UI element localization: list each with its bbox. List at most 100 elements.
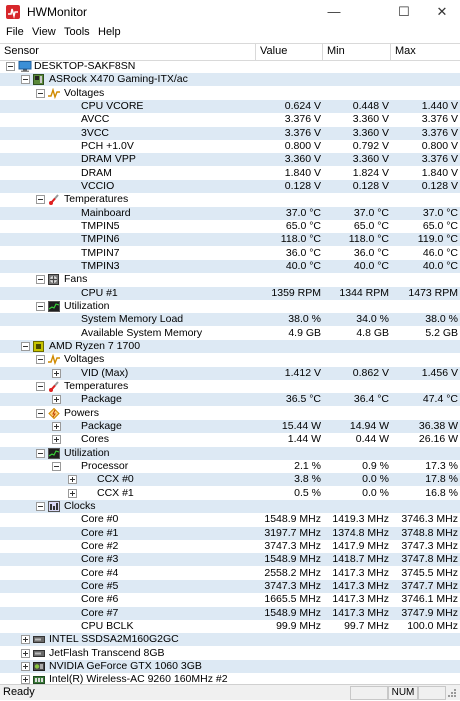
- column-value[interactable]: Value: [256, 44, 323, 60]
- group-row-utilization[interactable]: Utilization: [0, 300, 460, 313]
- sensor-row[interactable]: DRAM VPP 3.360 V 3.360 V 3.376 V: [0, 153, 460, 167]
- expand-icon[interactable]: [21, 675, 30, 684]
- collapse-icon[interactable]: [21, 341, 30, 351]
- sensor-row[interactable]: Package 36.5 °C 36.4 °C 47.4 °C: [0, 393, 460, 407]
- minimize-button[interactable]: —: [316, 0, 352, 24]
- expand-icon[interactable]: [52, 421, 61, 431]
- expand-icon[interactable]: [21, 648, 30, 658]
- sensor-row[interactable]: CCX #0 3.8 % 0.0 % 17.8 %: [0, 473, 460, 487]
- sensor-value: 1548.9 MHz: [264, 553, 321, 566]
- menu-file[interactable]: File: [6, 26, 24, 38]
- collapse-icon[interactable]: [36, 88, 45, 98]
- sensor-label: CCX #1: [97, 486, 134, 499]
- sensor-row[interactable]: DRAM 1.840 V 1.824 V 1.840 V: [0, 167, 460, 180]
- collapse-icon[interactable]: [36, 381, 45, 391]
- group-row-temperatures[interactable]: Temperatures: [0, 380, 460, 393]
- sensor-row[interactable]: CPU VCORE 0.624 V 0.448 V 1.440 V: [0, 99, 460, 113]
- menu-help[interactable]: Help: [98, 26, 121, 38]
- sensor-row[interactable]: Core #3 1548.9 MHz 1418.7 MHz 3747.8 MHz: [0, 553, 460, 567]
- sensor-row[interactable]: System Memory Load 38.0 % 34.0 % 38.0 %: [0, 313, 460, 327]
- sensor-row[interactable]: PCH +1.0V 0.800 V 0.792 V 0.800 V: [0, 140, 460, 153]
- sensor-row[interactable]: AVCC 3.376 V 3.360 V 3.376 V: [0, 113, 460, 126]
- device-row-jetflash-transcend-8gb[interactable]: JetFlash Transcend 8GB: [0, 647, 460, 660]
- sensor-tree[interactable]: DESKTOP-SAKF8SN ASRock X470 Gaming-ITX/ac…: [0, 60, 460, 684]
- sensor-row[interactable]: TMPIN6 118.0 °C 118.0 °C 119.0 °C: [0, 233, 460, 247]
- gpu-icon: [33, 661, 45, 672]
- collapse-icon[interactable]: [52, 461, 61, 471]
- sensor-row[interactable]: CPU BCLK 99.9 MHz 99.7 MHz 100.0 MHz: [0, 620, 460, 633]
- maximize-button[interactable]: ☐: [386, 0, 422, 24]
- column-min[interactable]: Min: [323, 44, 391, 60]
- collapse-icon[interactable]: [21, 75, 30, 85]
- sensor-min: 0.792 V: [352, 139, 389, 152]
- sensor-value: 2.1 %: [294, 459, 321, 472]
- collapse-icon[interactable]: [36, 408, 45, 418]
- group-row-temperatures[interactable]: Temperatures: [0, 193, 460, 206]
- device-row-asrock-x470-gaming-itx-ac[interactable]: ASRock X470 Gaming-ITX/ac: [0, 73, 460, 87]
- sensor-row[interactable]: TMPIN5 65.0 °C 65.0 °C 65.0 °C: [0, 220, 460, 233]
- sensor-row[interactable]: VID (Max) 1.412 V 0.862 V 1.456 V: [0, 366, 460, 380]
- root-row-desktop-sakf8sn[interactable]: DESKTOP-SAKF8SN: [0, 60, 460, 73]
- sensor-value: 3747.3 MHz: [264, 539, 321, 552]
- collapse-icon[interactable]: [36, 195, 45, 205]
- column-sensor[interactable]: Sensor: [0, 44, 256, 60]
- sensor-label: System Memory Load: [81, 313, 184, 326]
- sensor-row[interactable]: Core #2 3747.3 MHz 1417.9 MHz 3747.3 MHz: [0, 540, 460, 553]
- expand-icon[interactable]: [68, 475, 77, 485]
- sensor-row[interactable]: Processor 2.1 % 0.9 % 17.3 %: [0, 460, 460, 473]
- sensor-min: 99.7 MHz: [344, 619, 389, 632]
- sensor-value: 3747.3 MHz: [264, 579, 321, 592]
- sensor-row[interactable]: Core #4 2558.2 MHz 1417.3 MHz 3745.5 MHz: [0, 567, 460, 580]
- sensor-row[interactable]: Core #0 1548.9 MHz 1419.3 MHz 3746.3 MHz: [0, 513, 460, 526]
- column-max[interactable]: Max: [391, 44, 460, 60]
- expand-icon[interactable]: [21, 661, 30, 671]
- collapse-icon[interactable]: [36, 448, 45, 458]
- sensor-row[interactable]: Cores 1.44 W 0.44 W 26.16 W: [0, 433, 460, 446]
- expand-icon[interactable]: [21, 635, 30, 645]
- device-row-intel-ssdsa2m160g2gc[interactable]: INTEL SSDSA2M160G2GC: [0, 633, 460, 647]
- group-row-clocks[interactable]: Clocks: [0, 499, 460, 513]
- sensor-max: 5.2 GB: [425, 326, 458, 339]
- group-row-voltages[interactable]: Voltages: [0, 87, 460, 100]
- expand-icon[interactable]: [52, 435, 61, 445]
- sensor-row[interactable]: Mainboard 37.0 °C 37.0 °C 37.0 °C: [0, 206, 460, 220]
- group-row-fans[interactable]: Fans: [0, 273, 460, 286]
- sensor-row[interactable]: TMPIN7 36.0 °C 36.0 °C 46.0 °C: [0, 247, 460, 260]
- device-row-nvidia-geforce-gtx-1060-3gb[interactable]: NVIDIA GeForce GTX 1060 3GB: [0, 659, 460, 673]
- expand-icon[interactable]: [52, 368, 61, 378]
- sensor-row[interactable]: CCX #1 0.5 % 0.0 % 16.8 %: [0, 487, 460, 500]
- sensor-row[interactable]: TMPIN3 40.0 °C 40.0 °C 40.0 °C: [0, 259, 460, 273]
- sensor-row[interactable]: Available System Memory 4.9 GB 4.8 GB 5.2 G…: [0, 327, 460, 340]
- sensor-row[interactable]: VCCIO 0.128 V 0.128 V 0.128 V: [0, 179, 460, 193]
- group-row-voltages[interactable]: Voltages: [0, 353, 460, 366]
- sensor-row[interactable]: Core #1 3197.7 MHz 1374.8 MHz 3748.8 MHz: [0, 526, 460, 540]
- expand-icon[interactable]: [52, 395, 61, 405]
- sensor-row[interactable]: Package 15.44 W 14.94 W 36.38 W: [0, 419, 460, 433]
- collapse-icon[interactable]: [36, 501, 45, 511]
- device-row-intel-r-wireless-ac-9260-160mhz-2[interactable]: Intel(R) Wireless-AC 9260 160MHz #2: [0, 673, 460, 684]
- sensor-min: 3.360 V: [352, 153, 389, 166]
- sensor-value: 4.9 GB: [288, 326, 321, 339]
- sensor-row[interactable]: Core #5 3747.3 MHz 1417.3 MHz 3747.7 MHz: [0, 579, 460, 593]
- sensor-value: 1.44 W: [287, 433, 321, 446]
- collapse-icon[interactable]: [36, 275, 45, 285]
- collapse-icon[interactable]: [36, 355, 45, 365]
- menu-tools[interactable]: Tools: [64, 26, 90, 38]
- resize-grip-icon[interactable]: [447, 688, 457, 698]
- collapse-icon[interactable]: [6, 62, 15, 71]
- sensor-row[interactable]: Core #6 1665.5 MHz 1417.3 MHz 3746.1 MHz: [0, 593, 460, 606]
- menu-view[interactable]: View: [32, 26, 56, 38]
- sensor-row[interactable]: 3VCC 3.376 V 3.360 V 3.376 V: [0, 126, 460, 140]
- device-row-amd-ryzen-7-1700[interactable]: AMD Ryzen 7 1700: [0, 339, 460, 353]
- sensor-row[interactable]: CPU #1 1359 RPM 1344 RPM 1473 RPM: [0, 286, 460, 300]
- close-button[interactable]: ✕: [424, 0, 460, 24]
- sensor-label: Voltages: [64, 353, 105, 366]
- sensor-row[interactable]: Core #7 1548.9 MHz 1417.3 MHz 3747.9 MHz: [0, 606, 460, 620]
- sensor-value: 1548.9 MHz: [264, 606, 321, 619]
- expand-icon[interactable]: [68, 488, 77, 498]
- sensor-value: 36.0 °C: [285, 246, 321, 259]
- sensor-max: 3748.8 MHz: [401, 526, 458, 539]
- group-row-utilization[interactable]: Utilization: [0, 446, 460, 460]
- group-row-powers[interactable]: Powers: [0, 407, 460, 420]
- collapse-icon[interactable]: [36, 301, 45, 311]
